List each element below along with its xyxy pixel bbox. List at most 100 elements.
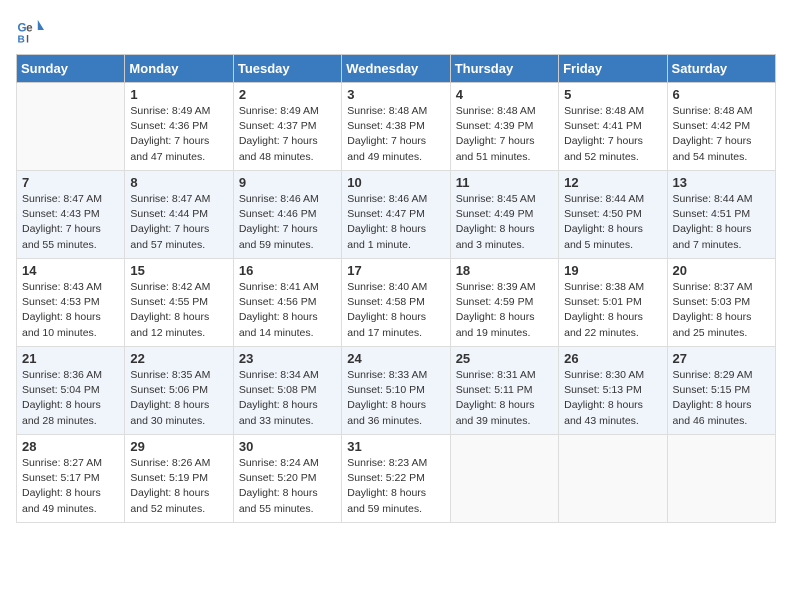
cell-info: Sunrise: 8:37 AMSunset: 5:03 PMDaylight:… (673, 280, 770, 341)
cell-info: Sunrise: 8:38 AMSunset: 5:01 PMDaylight:… (564, 280, 661, 341)
day-number: 29 (130, 439, 227, 454)
calendar-cell: 11Sunrise: 8:45 AMSunset: 4:49 PMDayligh… (450, 171, 558, 259)
cell-info: Sunrise: 8:43 AMSunset: 4:53 PMDaylight:… (22, 280, 119, 341)
calendar-week-4: 21 Sunrise: 8:36 AMSunset: 5:04 PMDayligh… (17, 347, 776, 435)
day-number: 4 (456, 87, 553, 102)
calendar-cell: 18 Sunrise: 8:39 AMSunset: 4:59 PMDayligh… (450, 259, 558, 347)
cell-info: Sunrise: 8:36 AMSunset: 5:04 PMDaylight:… (22, 368, 119, 429)
calendar-cell (17, 83, 125, 171)
day-number: 31 (347, 439, 444, 454)
calendar-cell: 5Sunrise: 8:48 AMSunset: 4:41 PMDaylight… (559, 83, 667, 171)
cell-info: Sunrise: 8:48 AMSunset: 4:39 PMDaylight:… (456, 104, 553, 165)
svg-text:e: e (26, 22, 33, 35)
weekday-header-sunday: Sunday (17, 55, 125, 83)
cell-info: Sunrise: 8:26 AMSunset: 5:19 PMDaylight:… (130, 456, 227, 517)
cell-info: Sunrise: 8:23 AMSunset: 5:22 PMDaylight:… (347, 456, 444, 517)
calendar-table: SundayMondayTuesdayWednesdayThursdayFrid… (16, 54, 776, 523)
cell-info: Sunrise: 8:35 AMSunset: 5:06 PMDaylight:… (130, 368, 227, 429)
cell-info: Sunrise: 8:46 AMSunset: 4:46 PMDaylight:… (239, 192, 336, 253)
day-number: 7 (22, 175, 119, 190)
day-number: 20 (673, 263, 770, 278)
calendar-cell: 3 Sunrise: 8:48 AMSunset: 4:38 PMDaylight… (342, 83, 450, 171)
calendar-cell: 20 Sunrise: 8:37 AMSunset: 5:03 PMDayligh… (667, 259, 775, 347)
day-number: 12 (564, 175, 661, 190)
cell-info: Sunrise: 8:41 AMSunset: 4:56 PMDaylight:… (239, 280, 336, 341)
weekday-header-wednesday: Wednesday (342, 55, 450, 83)
day-number: 30 (239, 439, 336, 454)
svg-text:B: B (18, 34, 25, 44)
day-number: 27 (673, 351, 770, 366)
svg-text:l: l (26, 34, 29, 44)
calendar-cell: 1 Sunrise: 8:49 AMSunset: 4:36 PMDaylight… (125, 83, 233, 171)
weekday-header-tuesday: Tuesday (233, 55, 341, 83)
weekday-header-thursday: Thursday (450, 55, 558, 83)
day-number: 1 (130, 87, 227, 102)
calendar-cell: 24 Sunrise: 8:33 AMSunset: 5:10 PMDayligh… (342, 347, 450, 435)
day-number: 21 (22, 351, 119, 366)
calendar-week-5: 28 Sunrise: 8:27 AMSunset: 5:17 PMDayligh… (17, 435, 776, 523)
day-number: 10 (347, 175, 444, 190)
day-number: 14 (22, 263, 119, 278)
calendar-cell: 4 Sunrise: 8:48 AMSunset: 4:39 PMDaylight… (450, 83, 558, 171)
calendar-cell: 12Sunrise: 8:44 AMSunset: 4:50 PMDayligh… (559, 171, 667, 259)
calendar-cell: 19Sunrise: 8:38 AMSunset: 5:01 PMDayligh… (559, 259, 667, 347)
calendar-cell: 30 Sunrise: 8:24 AMSunset: 5:20 PMDayligh… (233, 435, 341, 523)
day-number: 3 (347, 87, 444, 102)
day-number: 28 (22, 439, 119, 454)
day-number: 24 (347, 351, 444, 366)
calendar-cell: 17 Sunrise: 8:40 AMSunset: 4:58 PMDayligh… (342, 259, 450, 347)
calendar-cell: 28 Sunrise: 8:27 AMSunset: 5:17 PMDayligh… (17, 435, 125, 523)
calendar-cell: 31 Sunrise: 8:23 AMSunset: 5:22 PMDayligh… (342, 435, 450, 523)
cell-info: Sunrise: 8:27 AMSunset: 5:17 PMDaylight:… (22, 456, 119, 517)
day-number: 6 (673, 87, 770, 102)
logo: G e B l (16, 16, 48, 44)
day-number: 22 (130, 351, 227, 366)
cell-info: Sunrise: 8:44 AMSunset: 4:51 PMDaylight:… (673, 192, 770, 253)
cell-info: Sunrise: 8:24 AMSunset: 5:20 PMDaylight:… (239, 456, 336, 517)
calendar-cell: 29 Sunrise: 8:26 AMSunset: 5:19 PMDayligh… (125, 435, 233, 523)
calendar-cell: 10 Sunrise: 8:46 AMSunset: 4:47 PMDayligh… (342, 171, 450, 259)
day-number: 18 (456, 263, 553, 278)
day-number: 11 (456, 175, 553, 190)
cell-info: Sunrise: 8:34 AMSunset: 5:08 PMDaylight:… (239, 368, 336, 429)
calendar-week-3: 14 Sunrise: 8:43 AMSunset: 4:53 PMDayligh… (17, 259, 776, 347)
calendar-cell: 13Sunrise: 8:44 AMSunset: 4:51 PMDayligh… (667, 171, 775, 259)
day-number: 17 (347, 263, 444, 278)
calendar-cell: 22 Sunrise: 8:35 AMSunset: 5:06 PMDayligh… (125, 347, 233, 435)
calendar-cell: 9Sunrise: 8:46 AMSunset: 4:46 PMDaylight… (233, 171, 341, 259)
cell-info: Sunrise: 8:47 AMSunset: 4:44 PMDaylight:… (130, 192, 227, 253)
calendar-cell: 8 Sunrise: 8:47 AMSunset: 4:44 PMDaylight… (125, 171, 233, 259)
cell-info: Sunrise: 8:42 AMSunset: 4:55 PMDaylight:… (130, 280, 227, 341)
weekday-header-friday: Friday (559, 55, 667, 83)
day-number: 26 (564, 351, 661, 366)
weekday-header-monday: Monday (125, 55, 233, 83)
svg-text:G: G (18, 22, 27, 35)
logo-icon: G e B l (16, 16, 44, 44)
cell-info: Sunrise: 8:40 AMSunset: 4:58 PMDaylight:… (347, 280, 444, 341)
calendar-cell (559, 435, 667, 523)
cell-info: Sunrise: 8:48 AMSunset: 4:42 PMDaylight:… (673, 104, 770, 165)
calendar-cell: 26Sunrise: 8:30 AMSunset: 5:13 PMDayligh… (559, 347, 667, 435)
cell-info: Sunrise: 8:46 AMSunset: 4:47 PMDaylight:… (347, 192, 444, 253)
cell-info: Sunrise: 8:49 AMSunset: 4:36 PMDaylight:… (130, 104, 227, 165)
day-number: 16 (239, 263, 336, 278)
calendar-cell: 14 Sunrise: 8:43 AMSunset: 4:53 PMDayligh… (17, 259, 125, 347)
calendar-week-2: 7 Sunrise: 8:47 AMSunset: 4:43 PMDaylight… (17, 171, 776, 259)
cell-info: Sunrise: 8:29 AMSunset: 5:15 PMDaylight:… (673, 368, 770, 429)
cell-info: Sunrise: 8:33 AMSunset: 5:10 PMDaylight:… (347, 368, 444, 429)
day-number: 8 (130, 175, 227, 190)
calendar-cell: 15Sunrise: 8:42 AMSunset: 4:55 PMDayligh… (125, 259, 233, 347)
day-number: 5 (564, 87, 661, 102)
cell-info: Sunrise: 8:47 AMSunset: 4:43 PMDaylight:… (22, 192, 119, 253)
cell-info: Sunrise: 8:39 AMSunset: 4:59 PMDaylight:… (456, 280, 553, 341)
calendar-cell: 2Sunrise: 8:49 AMSunset: 4:37 PMDaylight… (233, 83, 341, 171)
day-number: 25 (456, 351, 553, 366)
header: G e B l (16, 16, 776, 44)
calendar-week-1: 1 Sunrise: 8:49 AMSunset: 4:36 PMDaylight… (17, 83, 776, 171)
cell-info: Sunrise: 8:48 AMSunset: 4:38 PMDaylight:… (347, 104, 444, 165)
calendar-cell: 16 Sunrise: 8:41 AMSunset: 4:56 PMDayligh… (233, 259, 341, 347)
calendar-cell: 21 Sunrise: 8:36 AMSunset: 5:04 PMDayligh… (17, 347, 125, 435)
cell-info: Sunrise: 8:31 AMSunset: 5:11 PMDaylight:… (456, 368, 553, 429)
weekday-header-saturday: Saturday (667, 55, 775, 83)
day-number: 2 (239, 87, 336, 102)
